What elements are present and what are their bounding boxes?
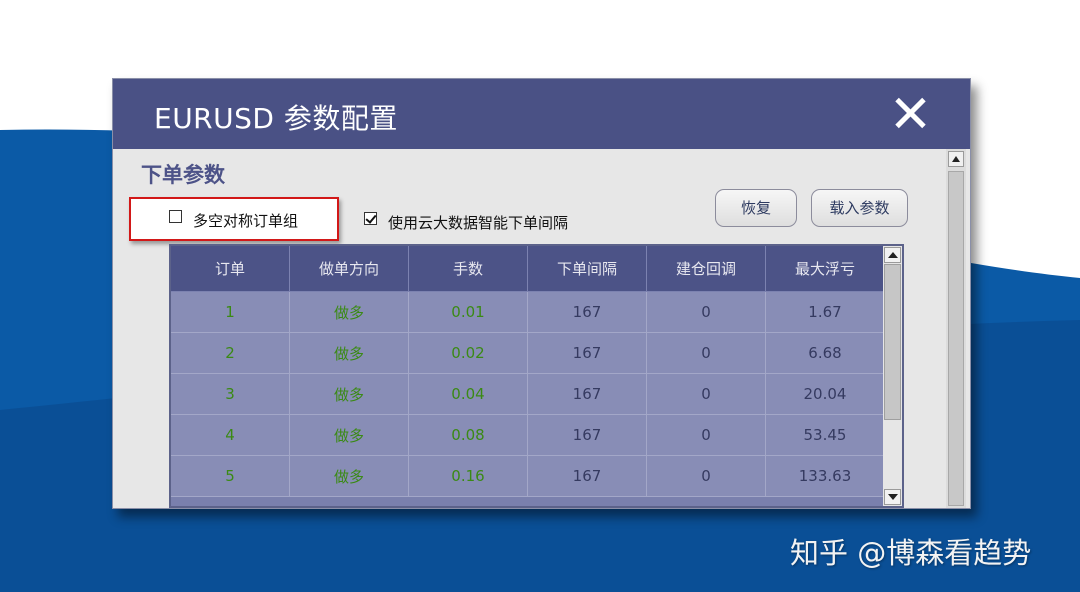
watermark: 知乎 @博森看趋势	[790, 536, 1032, 570]
order-cell[interactable]: 3	[171, 373, 290, 415]
pullback-cell[interactable]: 0	[646, 332, 766, 374]
close-icon[interactable]	[893, 96, 927, 130]
order-cell[interactable]: 5	[171, 455, 290, 497]
column-header[interactable]: 手数	[408, 246, 528, 292]
interval-cell[interactable]: 167	[527, 291, 647, 333]
scroll-up-icon[interactable]	[884, 247, 901, 263]
column-header[interactable]: 最大浮亏	[765, 246, 885, 292]
lots-cell[interactable]: 0.04	[408, 373, 528, 415]
lots-cell[interactable]: 0.08	[408, 414, 528, 456]
column-header[interactable]: 做单方向	[289, 246, 409, 292]
direction-cell[interactable]: 做多	[289, 332, 409, 374]
pullback-cell[interactable]: 0	[646, 373, 766, 415]
table-row[interactable]: 2 做多 0.02 167 0 6.68	[171, 332, 885, 374]
section-title: 下单参数	[141, 163, 225, 187]
table-row[interactable]: 1 做多 0.01 167 0 1.67	[171, 291, 885, 333]
param-config-dialog: EURUSD 参数配置 下单参数 多空对称订单组 使用云大数据智能下单间隔 恢复…	[112, 78, 971, 509]
symmetric-orders-checkbox[interactable]	[169, 210, 182, 223]
pullback-cell[interactable]: 0	[646, 414, 766, 456]
lots-cell[interactable]: 0.16	[408, 455, 528, 497]
interval-cell[interactable]: 167	[527, 332, 647, 374]
max-drawdown-cell[interactable]: 20.04	[765, 373, 885, 415]
smart-interval-label: 使用云大数据智能下单间隔	[388, 214, 569, 232]
interval-cell[interactable]: 167	[527, 414, 647, 456]
direction-cell[interactable]: 做多	[289, 455, 409, 497]
load-params-button[interactable]: 载入参数	[811, 189, 908, 227]
table-row[interactable]: 5 做多 0.16 167 0 133.63	[171, 455, 885, 497]
column-header[interactable]: 建仓回调	[646, 246, 766, 292]
max-drawdown-cell[interactable]: 53.45	[765, 414, 885, 456]
table-scrollbar[interactable]	[883, 246, 902, 506]
scroll-down-icon[interactable]	[884, 489, 901, 505]
max-drawdown-cell[interactable]: 133.63	[765, 455, 885, 497]
column-header[interactable]: 下单间隔	[527, 246, 647, 292]
scroll-thumb[interactable]	[948, 171, 964, 506]
scroll-thumb[interactable]	[884, 264, 901, 420]
direction-cell[interactable]: 做多	[289, 291, 409, 333]
pullback-cell[interactable]: 0	[646, 455, 766, 497]
column-header[interactable]: 订单	[171, 246, 290, 292]
lots-cell[interactable]: 0.01	[408, 291, 528, 333]
table-row[interactable]: 3 做多 0.04 167 0 20.04	[171, 373, 885, 415]
max-drawdown-cell[interactable]: 1.67	[765, 291, 885, 333]
dialog-title: EURUSD 参数配置	[154, 102, 398, 135]
interval-cell[interactable]: 167	[527, 455, 647, 497]
max-drawdown-cell[interactable]: 6.68	[765, 332, 885, 374]
restore-button[interactable]: 恢复	[715, 189, 797, 227]
pullback-cell[interactable]: 0	[646, 291, 766, 333]
table-row[interactable]: 4 做多 0.08 167 0 53.45	[171, 414, 885, 456]
direction-cell[interactable]: 做多	[289, 373, 409, 415]
order-cell[interactable]: 2	[171, 332, 290, 374]
interval-cell[interactable]: 167	[527, 373, 647, 415]
scroll-up-icon[interactable]	[948, 151, 964, 167]
dialog-scrollbar[interactable]	[946, 149, 966, 508]
symmetric-orders-label: 多空对称订单组	[193, 212, 299, 230]
order-cell[interactable]: 4	[171, 414, 290, 456]
table-header-row: 订单 做单方向 手数 下单间隔 建仓回调 最大浮亏	[171, 246, 885, 292]
lots-cell[interactable]: 0.02	[408, 332, 528, 374]
smart-interval-checkbox[interactable]	[364, 212, 377, 225]
dialog-titlebar: EURUSD 参数配置	[113, 79, 970, 149]
order-cell[interactable]: 1	[171, 291, 290, 333]
orders-table: 订单 做单方向 手数 下单间隔 建仓回调 最大浮亏 1 做多 0.01 167 …	[169, 244, 904, 508]
direction-cell[interactable]: 做多	[289, 414, 409, 456]
